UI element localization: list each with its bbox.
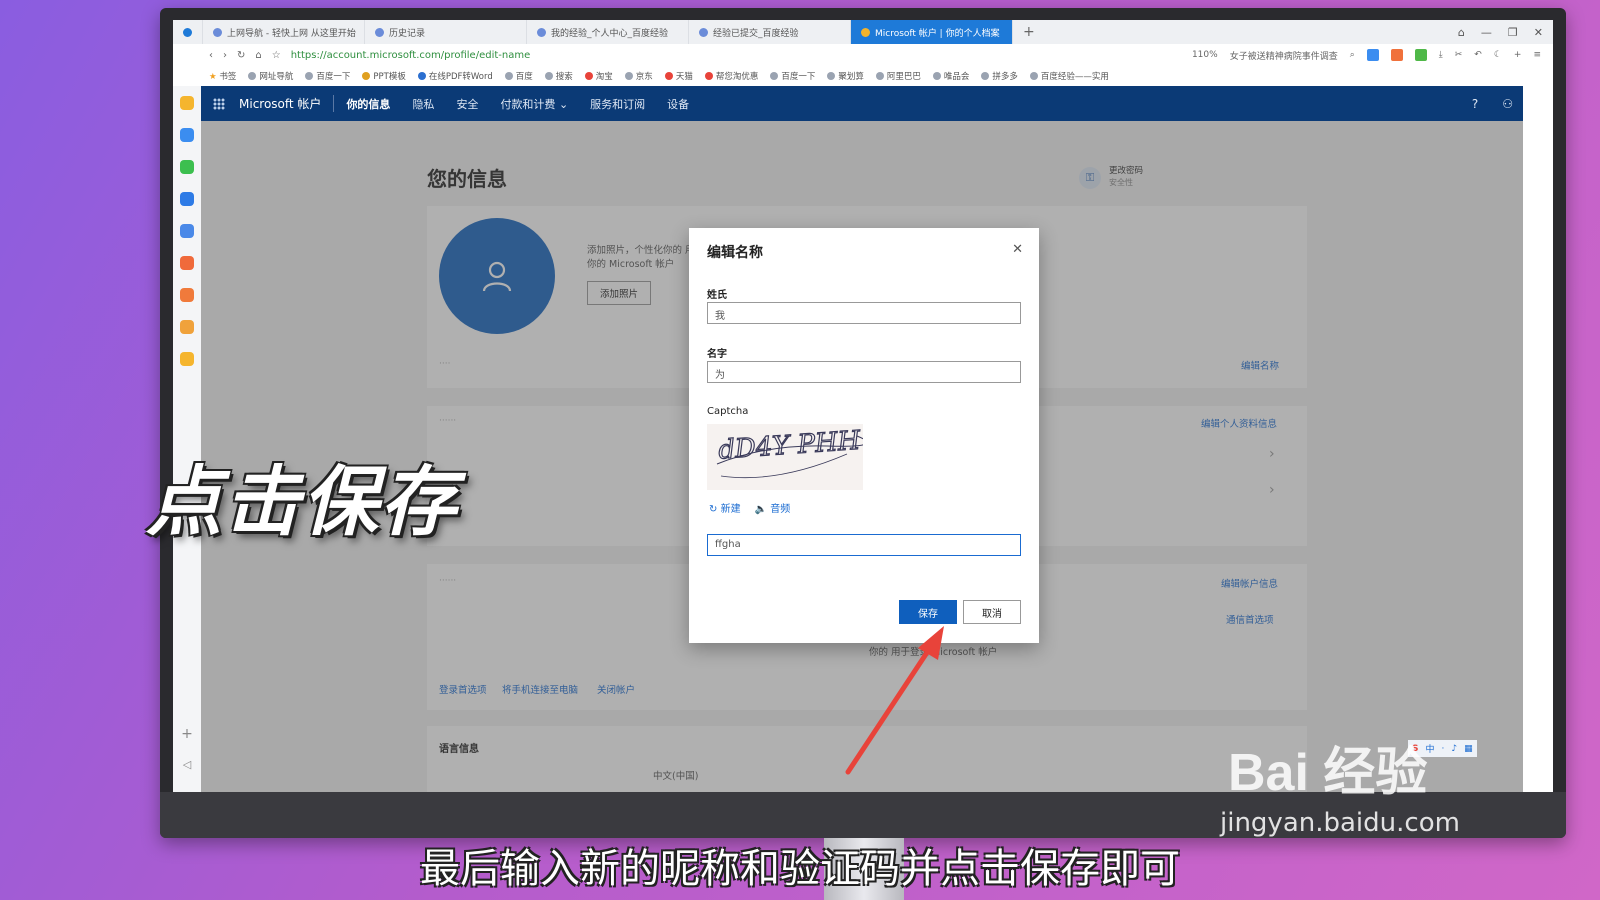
baidu-watermark: Bai 经验 jingyan.baidu.com [1220, 744, 1460, 838]
video-subtitle: 最后输入新的昵称和验证码并点击保存即可 [420, 846, 1180, 892]
big-caption: 点击保存 [146, 457, 458, 546]
keyboard-icon: ▦ [1464, 743, 1473, 754]
mic-icon: ♪ [1451, 743, 1458, 754]
